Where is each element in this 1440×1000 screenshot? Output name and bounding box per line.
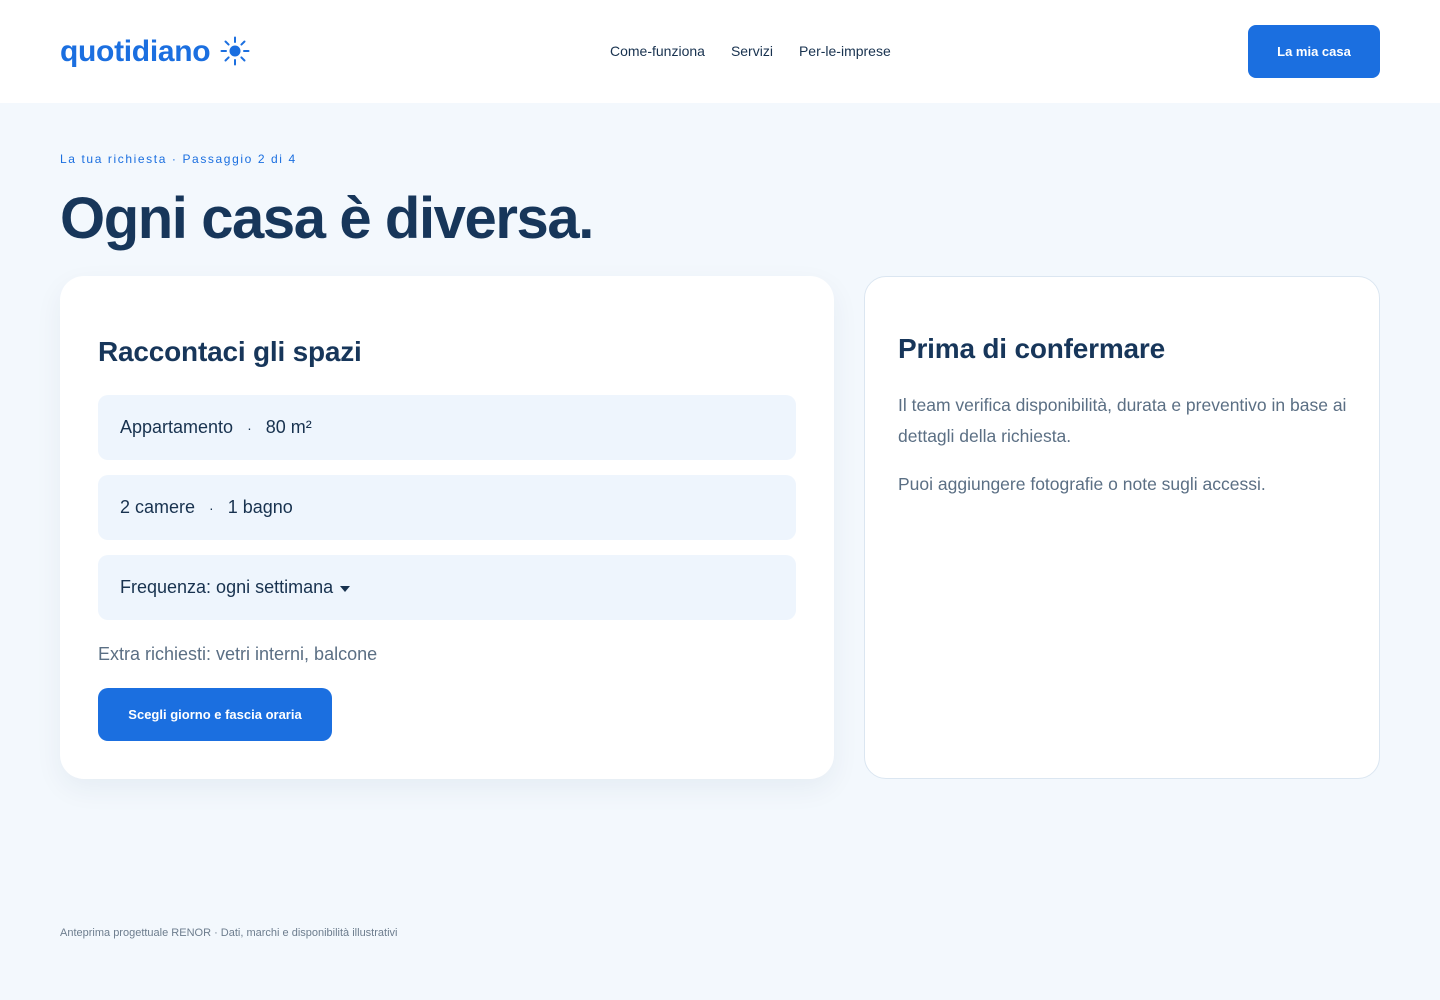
main-nav: Come-funziona Servizi Per-le-imprese [610, 43, 891, 59]
bedrooms-count: 2 camere [120, 497, 196, 517]
step-label: La tua richiesta [60, 152, 167, 166]
info-paragraph: Il team verifica disponibilità, durata e… [898, 395, 1347, 446]
property-size: 80 m² [265, 417, 312, 437]
brand-logo[interactable]: quotidiano [60, 32, 250, 72]
property-field[interactable]: Appartamento · 80 m² [98, 395, 796, 460]
site-header: quotidiano Come-funziona Servizi Per-le-… [0, 0, 1440, 103]
property-type: Appartamento [120, 417, 234, 437]
separator-dot: · [209, 499, 214, 516]
frequency-select[interactable]: Frequenza: ogni settimana [98, 555, 796, 620]
caret-down-icon [340, 585, 351, 592]
info-card: Prima di confermare Il team verifica dis… [864, 276, 1380, 779]
form-heading: Raccontaci gli spazi [98, 336, 362, 367]
nav-link-per-le-imprese[interactable]: Per-le-imprese [799, 43, 891, 59]
frequency-value: Frequenza: ogni settimana [120, 577, 334, 597]
nav-link-come-funziona[interactable]: Come-funziona [610, 43, 705, 59]
step-separator: · [171, 152, 183, 166]
nav-link-servizi[interactable]: Servizi [731, 43, 773, 59]
choose-slot-button[interactable]: Scegli giorno e fascia oraria [98, 688, 332, 741]
separator-dot: · [247, 419, 252, 436]
step-progress: Passaggio 2 di 4 [182, 152, 297, 166]
bathrooms-count: 1 bagno [227, 497, 293, 517]
info-heading: Prima di confermare [898, 333, 1165, 364]
footer-note: Anteprima progettuale RENOR · Dati, marc… [60, 927, 398, 939]
spaces-form-card: Raccontaci gli spazi Appartamento · 80 m… [60, 276, 834, 779]
brand-name: quotidiano [60, 35, 211, 68]
page-title: Ogni casa è diversa. [60, 186, 594, 251]
info-paragraph: Puoi aggiungere fotografie o note sugli … [898, 474, 1266, 494]
my-home-button[interactable]: La mia casa [1248, 25, 1380, 78]
sun-icon [220, 36, 250, 66]
rooms-field[interactable]: 2 camere · 1 bagno [98, 475, 796, 540]
extras-text: Extra richiesti: vetri interni, balcone [98, 644, 378, 664]
step-indicator: La tua richiesta · Passaggio 2 di 4 [60, 152, 297, 166]
